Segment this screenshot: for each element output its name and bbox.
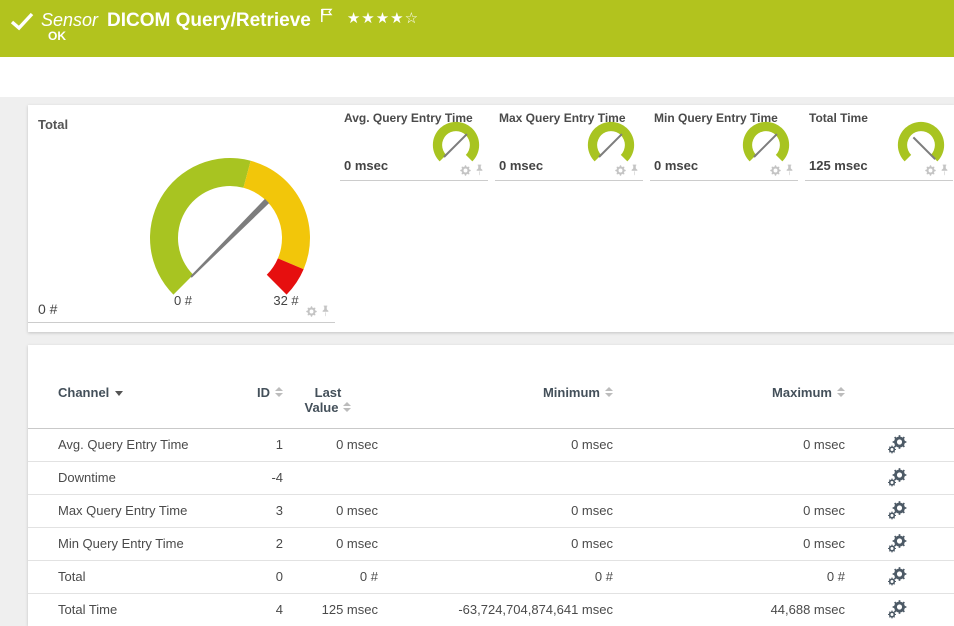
table-row: Total Time 4 125 msec -63,724,704,874,64… [28, 593, 954, 626]
table-row: Max Query Entry Time 3 0 msec 0 msec 0 m… [28, 494, 954, 528]
sensor-status-header: Sensor DICOM Query/Retrieve ★★★★☆ OK [0, 0, 954, 57]
gauge-scale-min: 0 # [153, 293, 213, 308]
cell-minimum: 0 msec [413, 428, 613, 461]
channel-settings-button[interactable] [886, 566, 908, 588]
cell-minimum: 0 msec [413, 527, 613, 560]
total-gauge-dial [130, 138, 330, 338]
sort-icon [605, 387, 613, 398]
sort-icon [343, 402, 351, 413]
gauge-needle [444, 134, 467, 157]
cell-maximum: 0 msec [645, 428, 845, 461]
cell-maximum: 44,688 msec [645, 593, 845, 626]
cell-maximum: 0 # [645, 560, 845, 593]
gauge-settings-icon[interactable] [459, 164, 472, 177]
table-row: Avg. Query Entry Time 1 0 msec 0 msec 0 … [28, 428, 954, 462]
column-header-minimum[interactable]: Minimum [413, 385, 613, 400]
gauge-pin-icon[interactable] [940, 163, 949, 177]
cell-minimum: -63,724,704,874,641 msec [413, 593, 613, 626]
channel-settings-icon [886, 500, 908, 522]
gauge-tile: Total Time 125 msec [805, 105, 953, 181]
gauge-pin-icon[interactable] [630, 163, 639, 177]
gauges-panel: Total 0 # 32 # 0 # Avg. Query Entry T [28, 105, 954, 332]
column-header-last-value[interactable]: Last Value [278, 385, 378, 415]
sort-icon [837, 387, 845, 398]
column-header-channel[interactable]: Channel [58, 385, 123, 400]
gauge-needle [913, 137, 935, 159]
gauge-pin-icon[interactable] [321, 304, 330, 318]
cell-channel: Downtime [58, 461, 116, 494]
channel-settings-button[interactable] [886, 500, 908, 522]
sort-desc-icon [115, 391, 123, 396]
channel-settings-icon [886, 599, 908, 621]
gauge-needle [599, 134, 622, 157]
channel-settings-button[interactable] [886, 533, 908, 555]
cell-id: 4 [183, 593, 283, 626]
cell-last-value: 0 # [278, 560, 378, 593]
gauge-current-value: 0 # [38, 301, 57, 317]
cell-channel: Avg. Query Entry Time [58, 428, 189, 461]
gauge-settings-icon[interactable] [769, 164, 782, 177]
cell-last-value: 0 msec [278, 428, 378, 461]
gauge-title: Total Time [809, 111, 868, 125]
gauge-pin-icon[interactable] [785, 163, 794, 177]
gauge-settings-icon[interactable] [924, 164, 937, 177]
gauge-tile: Min Query Entry Time 0 msec [650, 105, 798, 181]
cell-last-value: 0 msec [278, 494, 378, 527]
gauge-value: 125 msec [809, 158, 868, 173]
gauge-pin-icon[interactable] [475, 163, 484, 177]
gauge-tile: Avg. Query Entry Time 0 msec [340, 105, 488, 181]
channel-settings-icon [886, 434, 908, 456]
cell-channel: Max Query Entry Time [58, 494, 187, 527]
channel-table-panel: Channel ID Last Value Minimum Maximum Av… [28, 345, 954, 626]
gauge-settings-icon[interactable] [614, 164, 627, 177]
gauge-tile: Max Query Entry Time 0 msec [495, 105, 643, 181]
cell-id: 1 [183, 428, 283, 461]
status-badge: OK [48, 29, 66, 43]
total-gauge-tile: Total 0 # 32 # 0 # [28, 105, 335, 323]
gauge-needle [190, 199, 269, 278]
gauge-value: 0 msec [654, 158, 698, 173]
table-header-row: Channel ID Last Value Minimum Maximum [28, 375, 954, 429]
prtg-sensor-page: Sensor DICOM Query/Retrieve ★★★★☆ OK Ove… [0, 0, 954, 626]
gauge-needle [754, 134, 777, 157]
cell-last-value: 0 msec [278, 527, 378, 560]
cell-channel: Total Time [58, 593, 117, 626]
priority-flag-icon[interactable] [320, 8, 333, 23]
cell-id: 0 [183, 560, 283, 593]
cell-minimum: 0 msec [413, 494, 613, 527]
priority-stars[interactable]: ★★★★☆ [347, 9, 419, 27]
table-row: Downtime -4 [28, 461, 954, 495]
table-row: Total 0 0 # 0 # 0 # [28, 560, 954, 594]
channel-settings-button[interactable] [886, 467, 908, 489]
channel-settings-icon [886, 566, 908, 588]
table-row: Min Query Entry Time 2 0 msec 0 msec 0 m… [28, 527, 954, 561]
page-title: DICOM Query/Retrieve [107, 10, 311, 32]
cell-id: 3 [183, 494, 283, 527]
column-header-id[interactable]: ID [183, 385, 283, 400]
cell-id: 2 [183, 527, 283, 560]
column-header-maximum[interactable]: Maximum [645, 385, 845, 400]
channel-settings-button[interactable] [886, 599, 908, 621]
check-icon [10, 11, 34, 31]
cell-maximum: 0 msec [645, 527, 845, 560]
gauge-value: 0 msec [344, 158, 388, 173]
channel-settings-button[interactable] [886, 434, 908, 456]
cell-maximum: 0 msec [645, 494, 845, 527]
cell-minimum: 0 # [413, 560, 613, 593]
gauge-settings-icon[interactable] [305, 305, 318, 318]
tab-bar: Overview Live Data 2 days 30 days 365 da… [0, 57, 954, 97]
gauge-value: 0 msec [499, 158, 543, 173]
cell-channel: Min Query Entry Time [58, 527, 184, 560]
sensor-kind-label: Sensor [41, 10, 98, 31]
gauge-title: Total [38, 117, 68, 132]
cell-channel: Total [58, 560, 85, 593]
channel-settings-icon [886, 533, 908, 555]
cell-last-value: 125 msec [278, 593, 378, 626]
channel-settings-icon [886, 467, 908, 489]
cell-id: -4 [183, 461, 283, 494]
